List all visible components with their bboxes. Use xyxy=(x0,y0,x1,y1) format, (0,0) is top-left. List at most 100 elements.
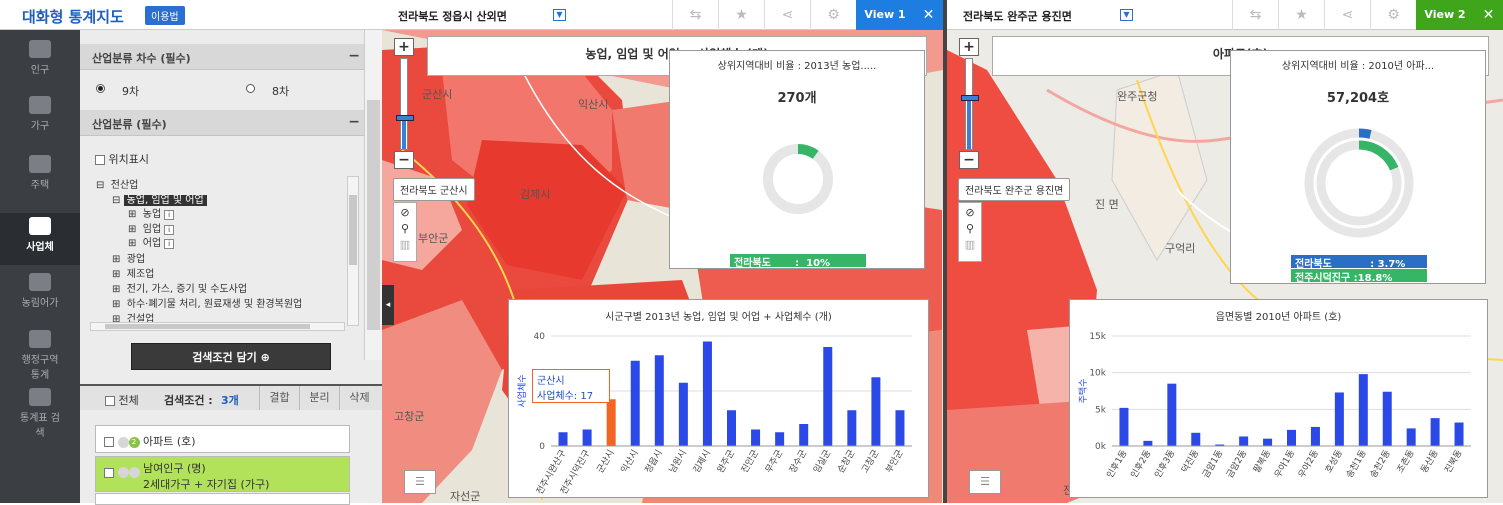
view-2-label[interactable]: View 2 xyxy=(1416,0,1474,30)
menu-population[interactable]: 인구 xyxy=(0,40,80,76)
tree-item[interactable]: ⊞ 광업 xyxy=(112,250,145,265)
tree-item[interactable]: ⊞ 농업 i xyxy=(128,205,175,220)
info-icon[interactable]: i xyxy=(164,210,175,220)
bar[interactable] xyxy=(751,429,761,447)
map-view-2[interactable]: 전라북도 완주군 용진면 ▼ ⇆ ★ ⋖ ⚙ View 2 ✕ 아파트(호) +… xyxy=(947,0,1503,503)
bar[interactable] xyxy=(775,432,785,446)
info-icon[interactable]: i xyxy=(164,239,175,249)
menu-stats-search[interactable]: 통계표 검색 xyxy=(0,388,80,439)
tree-item[interactable]: ⊞ 어업 i xyxy=(128,234,175,249)
collapse-icon[interactable]: − xyxy=(348,48,360,64)
zoom-out-button[interactable]: − xyxy=(394,151,414,169)
bar[interactable] xyxy=(895,410,905,446)
bar[interactable] xyxy=(1263,438,1273,446)
zoom-slider[interactable] xyxy=(400,58,408,150)
bar[interactable] xyxy=(558,432,568,446)
bar[interactable] xyxy=(678,382,688,446)
bar[interactable] xyxy=(630,360,640,446)
radio-9th[interactable] xyxy=(96,84,105,93)
bar[interactable] xyxy=(606,399,616,446)
tree-item[interactable]: ⊞ 제조업 xyxy=(112,265,154,280)
x-tick-label: 인후1동 xyxy=(1105,448,1130,480)
menu-farm[interactable]: 농림어가 xyxy=(0,273,80,309)
bar[interactable] xyxy=(1406,428,1416,446)
bar[interactable] xyxy=(1430,418,1440,446)
star-icon[interactable]: ★ xyxy=(718,0,764,30)
bar[interactable] xyxy=(1143,440,1153,446)
bar[interactable] xyxy=(582,429,592,447)
select-all-checkbox[interactable]: 전체 xyxy=(105,392,139,408)
pin-icon[interactable]: ⚲ xyxy=(959,222,981,235)
share-icon[interactable]: ⋖ xyxy=(764,0,810,30)
tree-scrollbar[interactable] xyxy=(347,176,359,326)
bar[interactable] xyxy=(1382,391,1392,446)
zoom-handle[interactable] xyxy=(961,95,979,101)
add-condition-button[interactable]: 검색조건 담기 ⊕ xyxy=(131,343,331,370)
bar[interactable] xyxy=(727,410,736,446)
star-icon[interactable]: ★ xyxy=(1278,0,1324,30)
usage-button[interactable]: 이용법 xyxy=(145,6,185,25)
bar[interactable] xyxy=(1334,392,1344,446)
trash-icon[interactable]: ▥ xyxy=(959,238,981,251)
radio-8th[interactable] xyxy=(246,84,255,93)
chevron-down-icon[interactable]: ▼ xyxy=(553,9,566,21)
bar[interactable] xyxy=(654,355,664,446)
tree-hscrollbar[interactable] xyxy=(90,322,345,331)
section-header-industry[interactable]: 산업분류 (필수) − xyxy=(80,110,380,136)
condition-item-population[interactable]: 남여인구 (명) 2세대가구 + 자기집 (가구) xyxy=(95,456,350,492)
eraser-icon[interactable]: ⊘ xyxy=(394,206,416,219)
close-icon[interactable]: ✕ xyxy=(914,0,943,30)
zoom-in-button[interactable]: + xyxy=(394,38,414,56)
tree-item-selected[interactable]: ⊟ 농업, 임업 및 어업 xyxy=(112,191,207,206)
menu-admin-stats[interactable]: 행정구역 통계 xyxy=(0,330,80,381)
menu-icon[interactable]: ☰ xyxy=(404,470,436,494)
tree-item[interactable]: ⊟ 전산업 xyxy=(96,176,138,191)
bar[interactable] xyxy=(1454,422,1464,446)
chevron-down-icon[interactable]: ▼ xyxy=(1120,9,1133,21)
close-icon[interactable]: ✕ xyxy=(1474,0,1503,30)
zoom-out-button[interactable]: − xyxy=(959,151,979,169)
section-header-order[interactable]: 산업분류 차수 (필수) − xyxy=(80,44,380,70)
zoom-in-button[interactable]: + xyxy=(959,38,979,56)
bar[interactable] xyxy=(823,347,833,446)
bar[interactable] xyxy=(1310,426,1320,446)
bar[interactable] xyxy=(871,377,881,446)
tree-item[interactable]: ⊞ 임업 i xyxy=(128,220,175,235)
bar[interactable] xyxy=(847,410,857,446)
bar[interactable] xyxy=(1287,429,1296,446)
bar[interactable] xyxy=(799,424,809,446)
bar[interactable] xyxy=(1119,407,1129,446)
tree-item[interactable]: ⊞ 전기, 가스, 증기 및 수도사업 xyxy=(112,280,247,295)
bar[interactable] xyxy=(1239,436,1249,446)
panel-scrollbar[interactable] xyxy=(364,30,382,360)
condition-item-apartment[interactable]: 2 아파트 (호) xyxy=(95,425,350,453)
split-button[interactable]: 분리 xyxy=(299,386,339,410)
menu-icon[interactable]: ☰ xyxy=(969,470,1001,494)
sync-icon[interactable]: ⇆ xyxy=(672,0,718,30)
share-icon[interactable]: ⋖ xyxy=(1324,0,1370,30)
collapse-icon[interactable]: − xyxy=(348,114,360,130)
settings-icon[interactable]: ⚙ xyxy=(1370,0,1416,30)
settings-icon[interactable]: ⚙ xyxy=(810,0,856,30)
view-1-label[interactable]: View 1 xyxy=(856,0,914,30)
bar[interactable] xyxy=(1191,432,1201,446)
zoom-handle[interactable] xyxy=(396,115,414,121)
menu-business[interactable]: 사업체 xyxy=(0,213,80,265)
condition-item-3[interactable] xyxy=(95,493,350,505)
menu-household[interactable]: 가구 xyxy=(0,96,80,132)
map-view-1[interactable]: 전라북도 정읍시 산외면 ▼ ⇆ ★ ⋖ ⚙ View 1 ✕ 농업, 임업 및… xyxy=(382,0,943,503)
bar[interactable] xyxy=(1358,374,1368,446)
zoom-slider[interactable] xyxy=(965,58,973,150)
merge-button[interactable]: 결합 xyxy=(259,386,299,410)
bar[interactable] xyxy=(1167,383,1177,446)
sync-icon[interactable]: ⇆ xyxy=(1232,0,1278,30)
tree-item[interactable]: ⊞ 하수·폐기물 처리, 원료재생 및 환경복원업 xyxy=(112,295,302,310)
panel-collapse-handle[interactable]: ◂ xyxy=(382,285,394,325)
menu-housing[interactable]: 주택 xyxy=(0,155,80,191)
pin-icon[interactable]: ⚲ xyxy=(394,222,416,235)
bar[interactable] xyxy=(702,341,712,447)
eraser-icon[interactable]: ⊘ xyxy=(959,206,981,219)
location-checkbox[interactable]: 위치표시 xyxy=(95,151,149,167)
delete-button[interactable]: 삭제 xyxy=(339,386,379,410)
trash-icon[interactable]: ▥ xyxy=(394,238,416,251)
